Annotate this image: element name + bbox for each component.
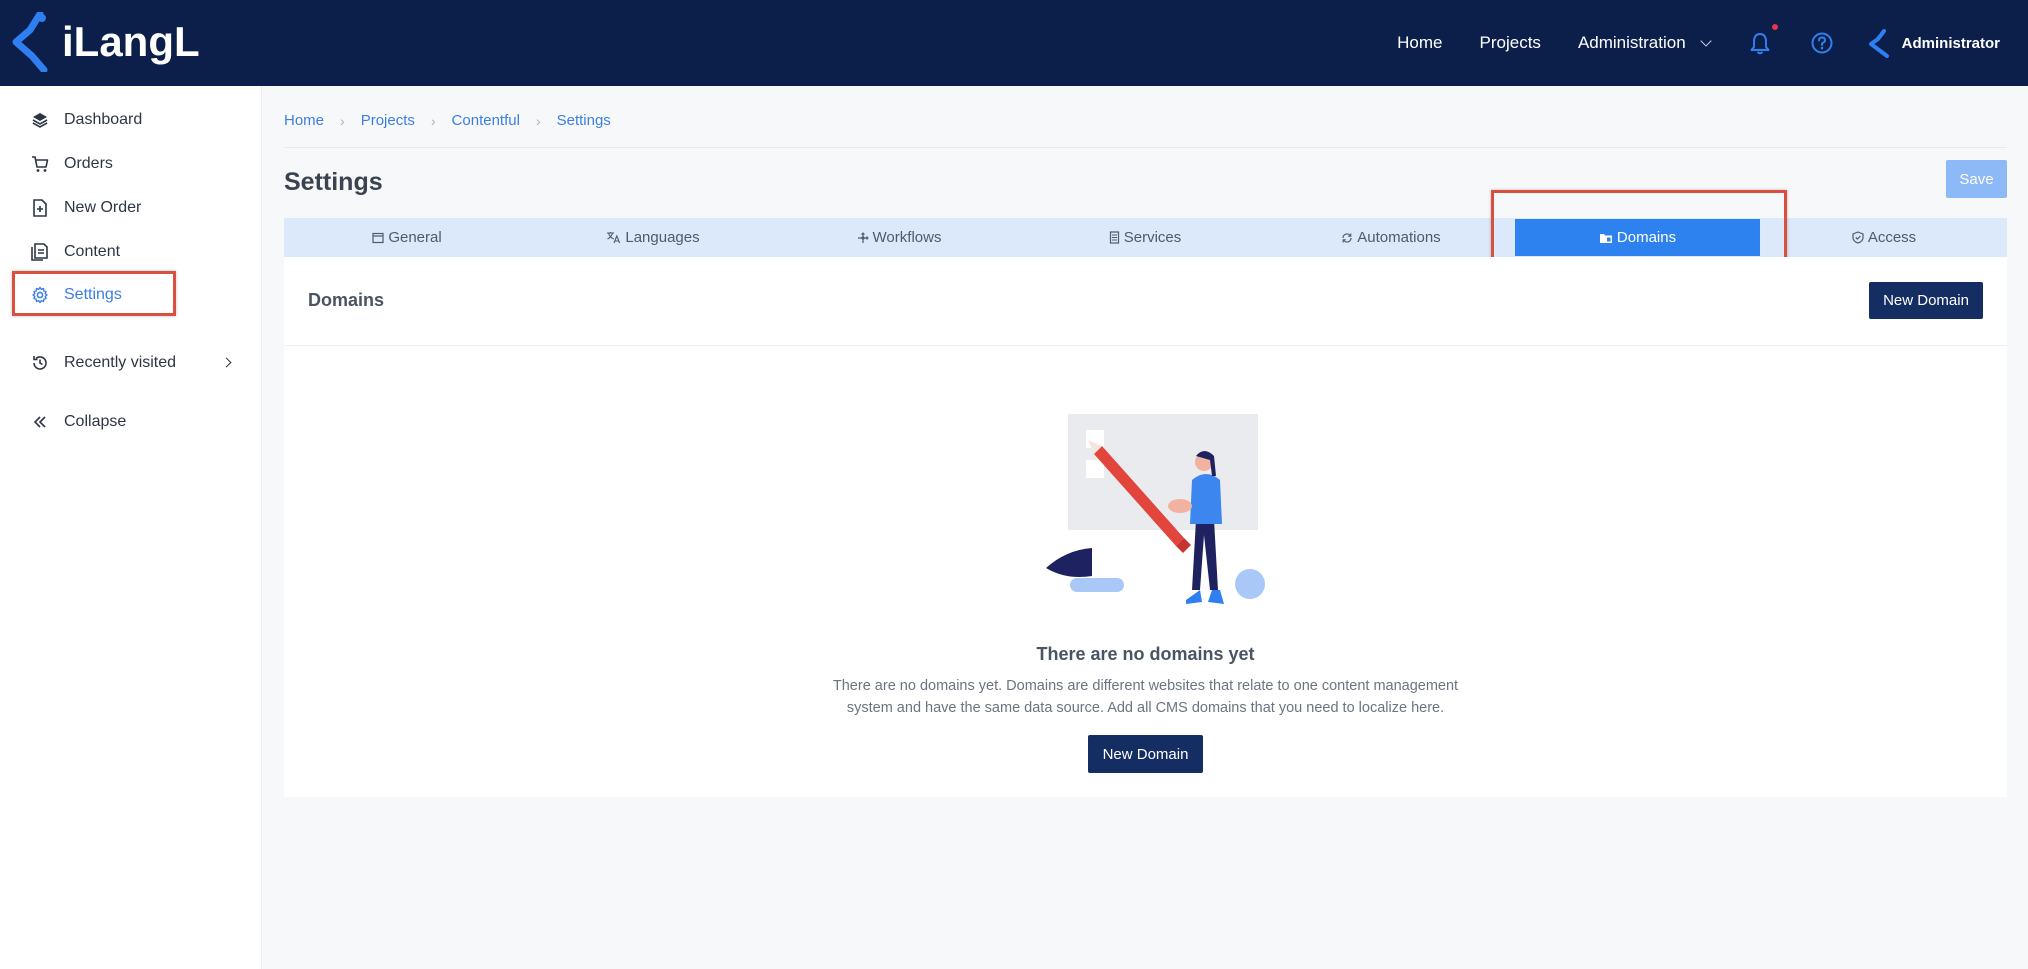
tab-label: Services [1123,229,1182,246]
logo-text: iLangL [62,18,200,65]
tab-label: Automations [1357,229,1441,246]
window-icon [372,232,384,244]
notification-dot [1771,24,1778,30]
tab-domains[interactable]: Domains [1515,219,1760,256]
double-chevron-left-icon [30,412,50,432]
app-logo[interactable]: iLangL [10,12,200,72]
tab-access[interactable]: Access [1761,218,2007,257]
breadcrumb-home[interactable]: Home [284,112,324,129]
tab-label: Languages [625,229,700,246]
top-nav: Home Projects Administration Administrat… [1360,0,2000,86]
breadcrumb: Home › Projects › Contentful › Settings [284,112,611,129]
sidebar-item-content[interactable]: Content [30,240,120,264]
empty-state-title: There are no domains yet [1036,644,1255,664]
sidebar: Dashboard Orders New Order Content Setti… [0,86,262,969]
tab-services[interactable]: Services [1022,218,1268,257]
help-icon [1811,32,1833,54]
sync-icon [1341,232,1353,244]
history-icon [30,353,50,373]
breadcrumb-divider [284,147,2007,148]
sidebar-item-dashboard[interactable]: Dashboard [30,108,142,132]
topnav-home[interactable]: Home [1397,33,1442,53]
sidebar-item-label: Orders [64,155,113,172]
sidebar-item-label: New Order [64,199,142,216]
empty-state-description: There are no domains yet. Domains are di… [832,678,1459,716]
new-domain-button[interactable]: New Domain [1869,282,1983,319]
administration-label: Administration [1577,33,1686,52]
panel-title: Domains [308,290,385,310]
notifications-button[interactable] [1748,24,1778,56]
tab-workflows[interactable]: Workflows [776,218,1022,257]
breadcrumb-projects[interactable]: Projects [361,112,415,129]
settings-tabs: General Languages Workflows Services Aut… [284,218,2007,257]
sidebar-item-label: Collapse [64,413,127,430]
user-name: Administrator [1901,34,2000,52]
sidebar-item-recently-visited[interactable]: Recently visited [30,351,232,375]
translate-icon [606,231,621,244]
chevron-down-icon [1699,35,1712,47]
breadcrumb-contentful[interactable]: Contentful [452,112,520,129]
user-avatar-icon [1868,29,1889,58]
tab-label: Access [1867,229,1917,246]
breadcrumb-settings[interactable]: Settings [557,112,611,129]
sidebar-item-label: Content [64,243,121,260]
tab-general[interactable]: General [284,218,530,257]
save-button[interactable]: Save [1946,160,2007,198]
logo-mark-icon [12,12,48,72]
breadcrumb-separator-icon: › [535,112,541,129]
help-button[interactable] [1810,30,1834,56]
sidebar-item-label: Settings [64,286,122,303]
top-bar: iLangL Home Projects Administration Admi… [0,0,2028,86]
tab-label: Domains [1616,229,1677,246]
file-plus-icon [30,198,50,218]
server-icon [1109,231,1120,244]
folder-icon [1599,232,1613,244]
topnav-administration[interactable]: Administration [1577,33,1712,53]
shield-check-icon [1852,231,1864,244]
sidebar-item-collapse[interactable]: Collapse [30,410,126,434]
user-menu[interactable]: Administrator [1868,28,2000,58]
domains-panel: Domains New Domain There are no domains … [284,257,2007,797]
empty-state-illustration [1046,414,1265,604]
tab-automations[interactable]: Automations [1268,218,1514,257]
sidebar-item-orders[interactable]: Orders [30,152,113,176]
empty-state-new-domain-button[interactable]: New Domain [1088,735,1203,773]
tab-label: Workflows [872,229,942,246]
tab-languages[interactable]: Languages [530,218,776,257]
layers-icon [30,110,50,130]
breadcrumb-separator-icon: › [340,112,345,129]
chevron-right-icon [221,357,232,368]
workflow-icon [857,231,869,244]
cart-icon [30,154,50,174]
bell-icon [1750,33,1770,55]
documents-icon [30,242,50,262]
breadcrumb-separator-icon: › [430,112,436,129]
sidebar-item-label: Recently visited [64,354,177,371]
gear-icon [30,285,50,305]
sidebar-item-label: Dashboard [64,111,143,128]
sidebar-item-new-order[interactable]: New Order [30,196,141,220]
tab-label: General [388,229,442,246]
sidebar-item-settings[interactable]: Settings [30,283,122,307]
topnav-projects[interactable]: Projects [1480,33,1541,53]
page-title: Settings [284,168,383,196]
panel-header: Domains New Domain [284,257,2007,346]
